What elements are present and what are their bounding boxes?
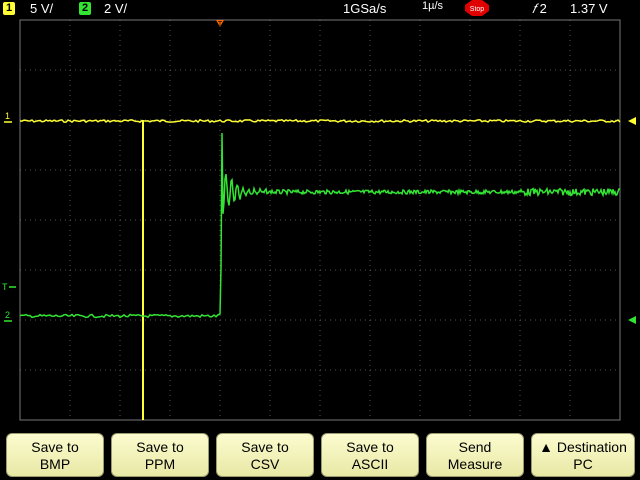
ch2-scale: 2 V/ — [104, 1, 128, 16]
status-bar: 1 5 V/ 2 2 V/ 1GSa/s 1µ/s Stop 𝑓 2 1.37 … — [0, 0, 640, 18]
trigger-source: 𝑓 2 — [532, 1, 547, 17]
ch2-badge[interactable]: 2 — [79, 2, 91, 15]
softkey-label-line1: Save to — [241, 439, 289, 455]
trigger-edge-icon: 𝑓 — [532, 1, 537, 16]
softkey-label-line2: PC — [573, 456, 593, 472]
trigger-level: 1.37 V — [570, 1, 608, 16]
trigger-source-value: 2 — [539, 1, 547, 16]
softkey-label-line2: Measure — [447, 456, 503, 472]
softkey-label-line2: CSV — [250, 456, 280, 472]
acquisition-mode: 1µ/s — [422, 0, 444, 12]
trigger-position-marker-label: T — [218, 21, 223, 28]
softkey-label-line2: ASCII — [351, 456, 389, 472]
ch1-badge[interactable]: 1 — [3, 2, 15, 15]
trigger-level-marker[interactable]: T — [2, 282, 8, 292]
ch1-scale: 5 V/ — [30, 1, 54, 16]
softkey-label-line1: Save to — [346, 439, 394, 455]
softkey-label-line1: ▲ Destination — [539, 439, 627, 455]
softkey-label-line2: PPM — [144, 456, 176, 472]
softkey-label-line1: Save to — [136, 439, 184, 455]
softkey-label-line1: Save to — [31, 439, 79, 455]
ch1-ground-marker[interactable]: 1 — [5, 111, 10, 121]
softkey-bar: Save to BMP Save to PPM Save to CSV Save… — [0, 430, 640, 480]
send-measure-button[interactable]: Send Measure — [426, 433, 524, 477]
save-to-csv-button[interactable]: Save to CSV — [216, 433, 314, 477]
waveform-display[interactable]: T 1 T 2 — [0, 18, 640, 430]
save-to-ppm-button[interactable]: Save to PPM — [111, 433, 209, 477]
stop-icon[interactable]: Stop — [465, 0, 489, 16]
destination-pc-button[interactable]: ▲ Destination PC — [531, 433, 635, 477]
save-to-bmp-button[interactable]: Save to BMP — [6, 433, 104, 477]
save-to-ascii-button[interactable]: Save to ASCII — [321, 433, 419, 477]
softkey-label-line1: Send — [458, 439, 492, 455]
stop-label: Stop — [470, 6, 485, 13]
sample-rate: 1GSa/s — [343, 1, 387, 16]
softkey-label-line2: BMP — [39, 456, 71, 472]
ch2-ground-marker[interactable]: 2 — [5, 310, 10, 320]
display-background — [0, 18, 640, 430]
